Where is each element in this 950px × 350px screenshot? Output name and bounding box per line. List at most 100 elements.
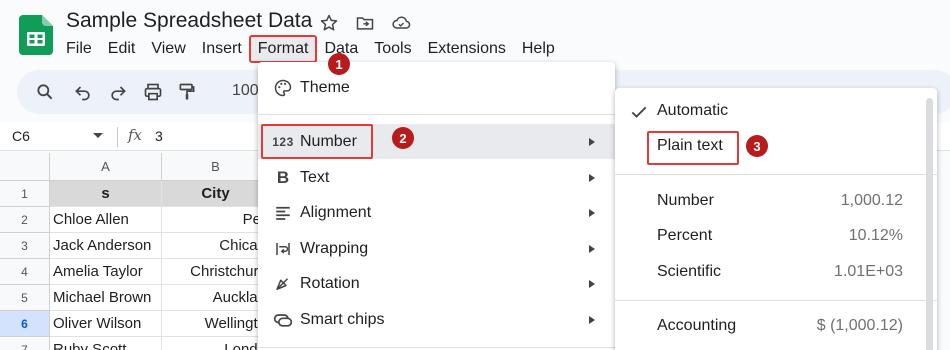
- spreadsheet-grid: A B 1 2 3 4 5 6 7 s City Chloe Allen Per…: [0, 153, 270, 350]
- cell-b7[interactable]: Londo: [162, 337, 270, 350]
- menu-item-label: Wrapping: [300, 239, 369, 257]
- number-format-submenu: Automatic Plain text Number 1,000.12 Per…: [615, 88, 937, 350]
- number-format-accounting[interactable]: Accounting $ (1,000.12): [615, 309, 937, 344]
- menu-view[interactable]: View: [143, 36, 193, 62]
- format-example: 1,000.12: [840, 192, 903, 209]
- rotation-icon: [272, 273, 294, 295]
- cell-a1[interactable]: s: [50, 181, 162, 207]
- chevron-down-icon[interactable]: [93, 133, 103, 138]
- format-menu-theme[interactable]: Theme: [258, 70, 615, 105]
- divider: [258, 114, 615, 115]
- number-format-automatic[interactable]: Automatic: [615, 94, 937, 129]
- select-all-corner[interactable]: [0, 153, 50, 181]
- step-badge-1: 1: [328, 53, 350, 75]
- menu-extensions[interactable]: Extensions: [420, 36, 514, 62]
- row-header[interactable]: 3: [0, 233, 50, 259]
- name-box[interactable]: C6: [12, 128, 30, 144]
- column-header-a[interactable]: A: [50, 153, 162, 181]
- submenu-item-label: Accounting: [657, 317, 737, 334]
- paint-format-icon[interactable]: [175, 80, 199, 104]
- number-format-scientific[interactable]: Scientific 1.01E+03: [615, 255, 937, 290]
- cell-b6[interactable]: Wellingto: [162, 311, 270, 337]
- redo-icon[interactable]: [106, 80, 130, 104]
- menu-item-label: Alignment: [300, 203, 372, 221]
- format-menu-text[interactable]: B Text: [258, 160, 615, 195]
- format-menu-rotation[interactable]: Rotation: [258, 266, 615, 301]
- cell-b3[interactable]: Chicag: [162, 233, 270, 259]
- format-menu: Theme 123 Number B Text Alignment Wrappi…: [258, 62, 615, 350]
- row-header-selected[interactable]: 6: [0, 311, 50, 337]
- star-icon[interactable]: [318, 12, 340, 34]
- row-header[interactable]: 7: [0, 337, 50, 350]
- plain-text-highlight-box: [647, 131, 739, 165]
- print-icon[interactable]: [141, 80, 165, 104]
- move-to-folder-icon[interactable]: [354, 12, 376, 34]
- cell-a7[interactable]: Ruby Scott: [50, 337, 162, 350]
- menu-tools[interactable]: Tools: [366, 36, 419, 62]
- row-header[interactable]: 5: [0, 285, 50, 311]
- submenu-item-label: Automatic: [657, 102, 729, 119]
- menu-format[interactable]: Format: [248, 35, 318, 63]
- sheets-logo-icon[interactable]: [19, 15, 53, 55]
- search-icon[interactable]: [33, 80, 57, 104]
- format-menu-wrapping[interactable]: Wrapping: [258, 231, 615, 266]
- menubar: File Edit View Insert Format Data Tools …: [58, 35, 563, 63]
- format-menu-alignment[interactable]: Alignment: [258, 195, 615, 230]
- menu-item-label: Theme: [300, 78, 350, 96]
- title-actions: [318, 12, 412, 34]
- formula-input[interactable]: 3: [155, 128, 163, 144]
- cloud-status-icon[interactable]: [390, 12, 412, 34]
- menu-file[interactable]: File: [58, 36, 100, 62]
- divider: [117, 127, 118, 147]
- menu-insert[interactable]: Insert: [194, 36, 250, 62]
- submenu-scrollbar[interactable]: [926, 98, 933, 350]
- format-example: $ (1,000.12): [816, 317, 903, 334]
- step-badge-2: 2: [392, 127, 414, 149]
- submenu-arrow-icon: [589, 137, 595, 146]
- cell-a6[interactable]: Oliver Wilson: [50, 311, 162, 337]
- cell-b4[interactable]: Christchurc: [162, 259, 270, 285]
- menu-item-label: Text: [300, 168, 330, 186]
- check-icon: [631, 106, 647, 118]
- cell-a4[interactable]: Amelia Taylor: [50, 259, 162, 285]
- divider: [258, 347, 615, 348]
- cell-a3[interactable]: Jack Anderson: [50, 233, 162, 259]
- menu-item-label: Rotation: [300, 274, 360, 292]
- column-header-b[interactable]: B: [162, 153, 270, 181]
- palette-icon: [272, 77, 294, 99]
- row-header[interactable]: 1: [0, 181, 50, 207]
- submenu-arrow-icon: [589, 208, 595, 217]
- divider: [615, 174, 937, 175]
- step-badge-3: 3: [746, 135, 768, 157]
- align-icon: [272, 202, 294, 224]
- row-header[interactable]: 2: [0, 207, 50, 233]
- divider: [615, 300, 937, 301]
- number-format-number[interactable]: Number 1,000.12: [615, 184, 937, 219]
- sheets-window: { "app": { "doc_title": "Sample Spreadsh…: [0, 0, 950, 350]
- document-title[interactable]: Sample Spreadsheet Data: [66, 9, 312, 33]
- menu-item-label: Smart chips: [300, 310, 385, 328]
- bold-text-icon: B: [276, 167, 290, 187]
- undo-icon[interactable]: [71, 80, 95, 104]
- smart-chip-icon: [272, 309, 294, 331]
- format-example: 10.12%: [848, 227, 903, 244]
- menu-help[interactable]: Help: [514, 36, 563, 62]
- number-highlight-box: [261, 124, 373, 159]
- format-example: 1.01E+03: [834, 263, 903, 280]
- submenu-item-label: Percent: [657, 227, 713, 244]
- row-header[interactable]: 4: [0, 259, 50, 285]
- cell-b1[interactable]: City: [162, 181, 270, 207]
- cell-b5[interactable]: Aucklan: [162, 285, 270, 311]
- number-format-percent[interactable]: Percent 10.12%: [615, 219, 937, 254]
- menu-edit[interactable]: Edit: [100, 36, 144, 62]
- format-menu-smart-chips[interactable]: Smart chips: [258, 302, 615, 337]
- submenu-arrow-icon: [589, 279, 595, 288]
- submenu-arrow-icon: [589, 173, 595, 182]
- submenu-arrow-icon: [589, 244, 595, 253]
- cell-a2[interactable]: Chloe Allen: [50, 207, 162, 233]
- submenu-item-label: Number: [657, 192, 714, 209]
- cell-b2[interactable]: Per: [162, 207, 270, 233]
- submenu-arrow-icon: [589, 315, 595, 324]
- cell-a5[interactable]: Michael Brown: [50, 285, 162, 311]
- wrap-icon: [272, 238, 294, 260]
